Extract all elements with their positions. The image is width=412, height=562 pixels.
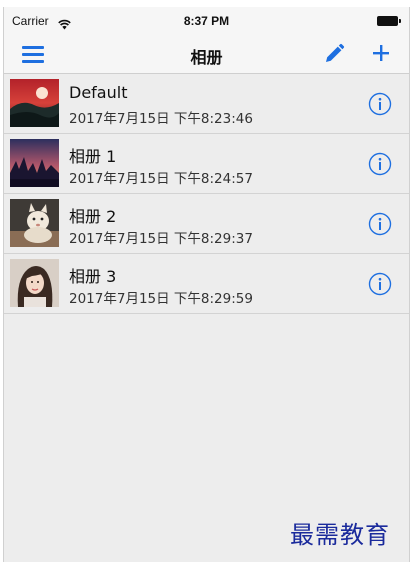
album-date: 2017年7月15日 下午8:24:57: [69, 171, 253, 187]
battery-icon: [377, 16, 401, 26]
edit-button[interactable]: [323, 43, 345, 65]
info-circle-icon: [368, 212, 392, 236]
album-info-button[interactable]: [368, 152, 392, 176]
album-date: 2017年7月15日 下午8:23:46: [69, 111, 253, 127]
info-circle-icon: [368, 92, 392, 116]
album-thumbnail: [10, 139, 59, 187]
album-title: 相册 1: [69, 147, 117, 166]
info-circle-icon: [368, 152, 392, 176]
pencil-icon: [326, 43, 345, 62]
album-info-button[interactable]: [368, 272, 392, 296]
album-date: 2017年7月15日 下午8:29:59: [69, 291, 253, 307]
album-row[interactable]: 相册 3 2017年7月15日 下午8:29:59: [4, 254, 409, 314]
album-title: 相册 2: [69, 207, 117, 226]
album-info-button[interactable]: [368, 212, 392, 236]
status-time: 8:37 PM: [183, 14, 230, 28]
album-row[interactable]: Default 2017年7月15日 下午8:23:46: [4, 74, 409, 134]
album-row[interactable]: 相册 1 2017年7月15日 下午8:24:57: [4, 134, 409, 194]
album-thumbnail: [10, 199, 59, 247]
album-date: 2017年7月15日 下午8:29:37: [69, 231, 253, 247]
status-bar: Carrier 8:37 PM: [4, 7, 409, 35]
navigation-bar: 相册: [4, 35, 409, 74]
album-title: Default: [69, 83, 128, 102]
add-album-button[interactable]: [370, 42, 392, 64]
page-title: 相册: [190, 48, 223, 67]
album-thumbnail: [10, 259, 59, 307]
album-row[interactable]: 相册 2 2017年7月15日 下午8:29:37: [4, 194, 409, 254]
album-title: 相册 3: [69, 267, 117, 286]
plus-icon: [373, 45, 389, 61]
watermark-logo: 最需教育: [290, 521, 390, 549]
album-info-button[interactable]: [368, 92, 392, 116]
phone-screen: Carrier 8:37 PM 相册 Default 2017年7月15日 下午…: [3, 7, 410, 562]
info-circle-icon: [368, 272, 392, 296]
album-thumbnail: [10, 79, 59, 127]
